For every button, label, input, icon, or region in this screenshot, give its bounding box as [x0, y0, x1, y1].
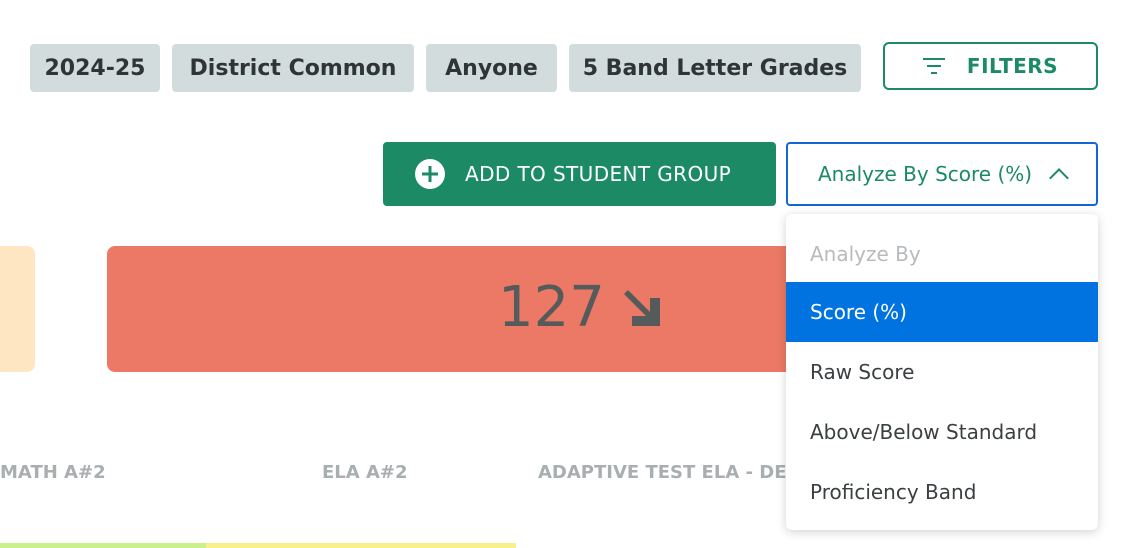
score-bar-ela — [206, 543, 516, 548]
plus-circle-icon — [415, 159, 445, 189]
filter-chip-year[interactable]: 2024-25 — [30, 44, 160, 92]
summary-card-partial[interactable] — [0, 246, 35, 372]
add-to-student-group-label: ADD TO STUDENT GROUP — [465, 162, 732, 186]
column-label-adaptive-test-ela: ADAPTIVE TEST ELA - DEM — [538, 462, 786, 483]
summary-card[interactable] — [107, 246, 807, 372]
filter-chip-grade-bands[interactable]: 5 Band Letter Grades — [569, 44, 861, 92]
filter-chip-assessment-type[interactable]: District Common — [172, 44, 414, 92]
filters-button-label: FILTERS — [966, 54, 1059, 78]
column-label-math-a2: MATH A#2 — [0, 462, 106, 483]
column-label-ela-a2: ELA A#2 — [322, 462, 408, 483]
dropdown-option-score-percent[interactable]: Score (%) — [786, 282, 1098, 342]
dropdown-option-raw-score[interactable]: Raw Score — [786, 342, 1098, 402]
analyze-by-select[interactable]: Analyze By Score (%) — [786, 142, 1098, 206]
arrow-down-right-icon — [624, 290, 660, 326]
summary-card-value: 127 — [498, 275, 605, 340]
analyze-by-value: Analyze By Score (%) — [818, 162, 1033, 186]
dropdown-option-proficiency-band[interactable]: Proficiency Band — [786, 462, 1098, 522]
filter-chip-teacher[interactable]: Anyone — [426, 44, 557, 92]
score-bar-math — [0, 543, 206, 548]
filters-button[interactable]: FILTERS — [883, 42, 1098, 90]
analyze-by-dropdown: Analyze By Score (%) Raw Score Above/Bel… — [786, 214, 1098, 530]
chevron-up-icon — [1049, 168, 1069, 188]
filter-lines-icon — [922, 58, 945, 74]
add-to-student-group-button[interactable]: ADD TO STUDENT GROUP — [383, 142, 776, 206]
dropdown-option-above-below-standard[interactable]: Above/Below Standard — [786, 402, 1098, 462]
dropdown-header: Analyze By — [810, 242, 921, 266]
